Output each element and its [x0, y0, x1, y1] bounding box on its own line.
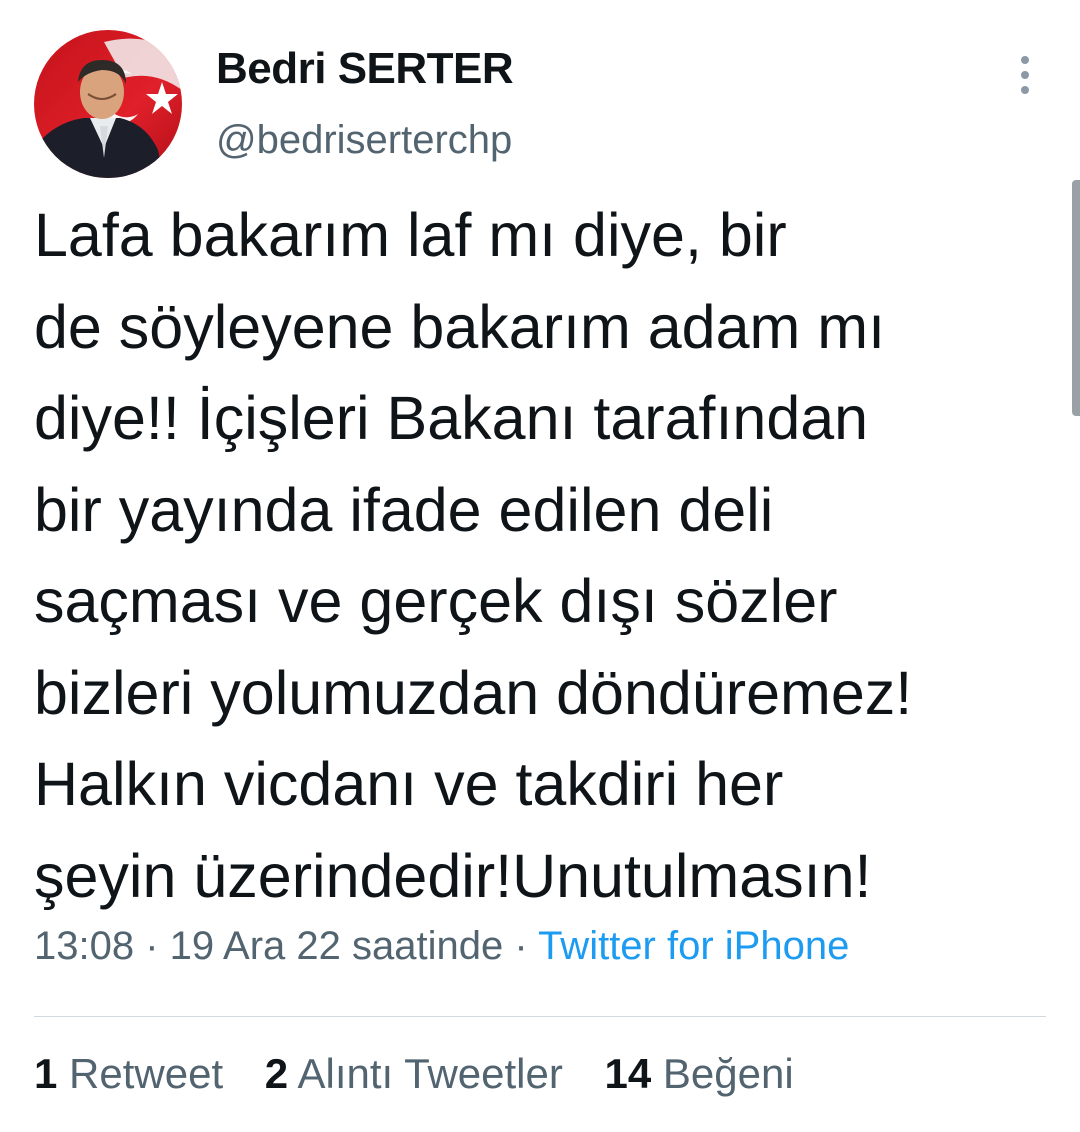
tweet-source-link[interactable]: Twitter for iPhone: [538, 924, 849, 968]
quote-tweets-count: 2: [264, 1050, 289, 1097]
retweets-stat[interactable]: 1 Retweet: [34, 1050, 223, 1098]
tweet-text-line: Halkın vicdanı ve takdiri her: [34, 750, 784, 818]
author-handle[interactable]: @bedriserterchp: [216, 118, 512, 163]
avatar[interactable]: [34, 30, 182, 178]
separator-dot: ·: [134, 924, 170, 968]
separator-dot: ·: [503, 924, 539, 968]
tweet-stats: 1 Retweet 2 Alıntı Tweetler 14 Beğeni: [34, 1050, 824, 1098]
tweet-text-line: saçması ve gerçek dışı sözler: [34, 567, 838, 635]
likes-stat[interactable]: 14 Beğeni: [605, 1050, 794, 1098]
tweet-text-line: bizleri yolumuzdan döndüremez!: [34, 658, 913, 727]
tweet-metadata: 13:08 · 19 Ara 22 saatinde · Twitter for…: [34, 924, 849, 969]
tweet-text-line: de söyleyene bakarım adam mı: [34, 292, 886, 361]
scrollbar[interactable]: [1072, 180, 1080, 416]
tweet-text-line: şeyin üzerindedir!Unutulmasın!: [34, 841, 872, 910]
retweets-count: 1: [34, 1050, 58, 1097]
tweet-detail: Bedri SERTER @bedriserterchp Lafa bakarı…: [0, 0, 1080, 1132]
more-vertical-icon: [1021, 56, 1029, 94]
tweet-time[interactable]: 13:08: [34, 924, 134, 968]
quote-tweets-label: Alıntı Tweetler: [297, 1050, 563, 1097]
author-display-name[interactable]: Bedri SERTER: [216, 44, 514, 94]
tweet-date[interactable]: 19 Ara 22 saatinde: [170, 924, 504, 968]
tweet-text-line: diye!! İçişleri Bakanı tarafından: [34, 384, 869, 452]
tweet-text-line: Lafa bakarım laf mı diye, bir: [34, 201, 787, 269]
more-options-button[interactable]: [1008, 54, 1042, 98]
likes-label: Beğeni: [662, 1050, 794, 1097]
avatar-photo-icon: [34, 30, 182, 178]
retweets-label: Retweet: [69, 1050, 224, 1097]
divider: [34, 1016, 1046, 1017]
likes-count: 14: [604, 1050, 652, 1097]
tweet-text-line: bir yayında ifade edilen deli: [34, 475, 774, 544]
tweet-text: Lafa bakarım laf mı diye, bir de söyleye…: [34, 190, 1054, 922]
quote-tweets-stat[interactable]: 2 Alıntı Tweetler: [265, 1050, 563, 1098]
